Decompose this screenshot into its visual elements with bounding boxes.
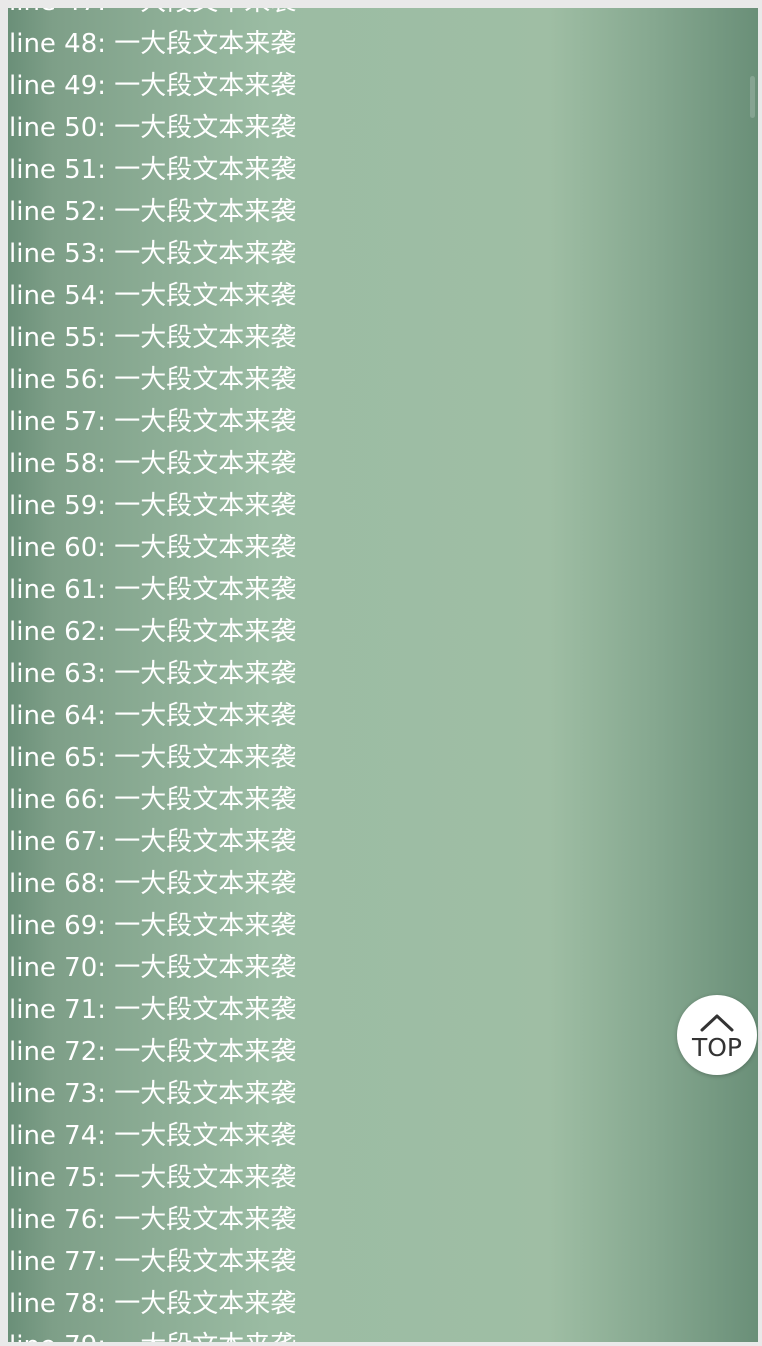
list-item: line 60: 一大段文本来袭 [9, 533, 297, 563]
list-item: line 55: 一大段文本来袭 [9, 323, 297, 353]
list-item: line 70: 一大段文本来袭 [9, 953, 297, 983]
back-to-top-label: TOP [691, 1033, 743, 1062]
list-item: line 58: 一大段文本来袭 [9, 449, 297, 479]
list-item: line 52: 一大段文本来袭 [9, 197, 297, 227]
list-item: line 49: 一大段文本来袭 [9, 71, 297, 101]
list-item: line 63: 一大段文本来袭 [9, 659, 297, 689]
list-item: line 67: 一大段文本来袭 [9, 827, 297, 857]
list-item: line 71: 一大段文本来袭 [9, 995, 297, 1025]
list-item: line 66: 一大段文本来袭 [9, 785, 297, 815]
list-item: line 62: 一大段文本来袭 [9, 617, 297, 647]
list-item: line 74: 一大段文本来袭 [9, 1121, 297, 1151]
list-item: line 57: 一大段文本来袭 [9, 407, 297, 437]
list-item: line 54: 一大段文本来袭 [9, 281, 297, 311]
list-item: line 61: 一大段文本来袭 [9, 575, 297, 605]
scrollbar-thumb[interactable] [750, 76, 755, 118]
scroll-viewport[interactable]: line 47: 一大段文本来袭 line 48: 一大段文本来袭 line 4… [8, 8, 758, 1342]
list-item: line 51: 一大段文本来袭 [9, 155, 297, 185]
list-item: line 69: 一大段文本来袭 [9, 911, 297, 941]
list-item: line 75: 一大段文本来袭 [9, 1163, 297, 1193]
list-item: line 76: 一大段文本来袭 [9, 1205, 297, 1235]
list-item: line 65: 一大段文本来袭 [9, 743, 297, 773]
list-item: line 53: 一大段文本来袭 [9, 239, 297, 269]
text-list: line 47: 一大段文本来袭 line 48: 一大段文本来袭 line 4… [8, 8, 758, 1342]
list-item: line 48: 一大段文本来袭 [9, 29, 297, 59]
list-item: line 68: 一大段文本来袭 [9, 869, 297, 899]
list-item: line 50: 一大段文本来袭 [9, 113, 297, 143]
list-item: line 64: 一大段文本来袭 [9, 701, 297, 731]
list-item: line 73: 一大段文本来袭 [9, 1079, 297, 1109]
list-item: line 47: 一大段文本来袭 [8, 8, 758, 23]
back-to-top-button[interactable]: TOP [677, 995, 757, 1075]
list-item: line 78: 一大段文本来袭 [9, 1289, 297, 1319]
chevron-up-icon [699, 1009, 735, 1033]
list-item: line 56: 一大段文本来袭 [9, 365, 297, 395]
list-item: line 72: 一大段文本来袭 [9, 1037, 297, 1067]
list-item: line 59: 一大段文本来袭 [9, 491, 297, 521]
list-item: line 77: 一大段文本来袭 [9, 1247, 297, 1277]
list-item: line 79: 一大段文本来袭 [8, 1325, 758, 1342]
